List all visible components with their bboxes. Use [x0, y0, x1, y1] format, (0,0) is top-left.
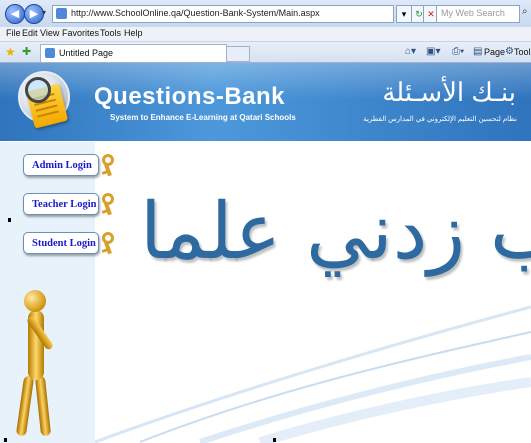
magnifier-icon [25, 77, 51, 103]
print-icon[interactable]: ⎙▾ [452, 46, 464, 57]
tab-untitled-page[interactable]: Untitled Page [40, 44, 227, 62]
search-icon[interactable]: ⌕ [522, 6, 528, 17]
menu-help[interactable]: Help [124, 28, 143, 38]
url-field[interactable]: http://www.SchoolOnline.qa/Question-Bank… [52, 5, 394, 23]
site-header: Questions-Bank System to Enhance E-Learn… [0, 63, 531, 141]
calligraphy-text: وقل رب زدني علما [140, 187, 531, 277]
url-dropdown-icon[interactable]: ▾ [396, 5, 412, 23]
site-title-en: Questions-Bank [94, 83, 286, 110]
menu-view[interactable]: View [40, 28, 59, 38]
search-input[interactable]: My Web Search [436, 5, 520, 23]
search-placeholder: My Web Search [441, 8, 505, 18]
key-icon [100, 232, 118, 255]
gear-icon[interactable]: ⚙ [505, 46, 514, 57]
page-content: Admin Login Teacher Login Student Login … [0, 142, 531, 443]
menu-tools[interactable]: Tools [100, 28, 121, 38]
site-subtitle-ar: نظام لتحسين التعليم الإلكتروني في المدار… [363, 116, 517, 123]
teacher-login-button[interactable]: Teacher Login [23, 193, 99, 215]
dot-marker [4, 438, 7, 442]
address-bar-row: ◀ ▶ ▾ http://www.SchoolOnline.qa/Questio… [0, 0, 531, 27]
site-title-ar: بنـك الأسـئلة [382, 77, 516, 107]
tab-bar: ★ ✚ Untitled Page ⌂▾ ▣▾ ⎙▾ ▤ Page ⚙ Tool… [0, 42, 531, 63]
dot-marker [273, 438, 276, 442]
site-subtitle-en: System to Enhance E-Learning at Qatari S… [110, 113, 296, 122]
menu-file[interactable]: File [6, 28, 21, 38]
thinking-figure-image [14, 290, 64, 440]
back-icon[interactable]: ◀ [5, 4, 25, 24]
menu-edit[interactable]: Edit [22, 28, 38, 38]
student-login-button[interactable]: Student Login [23, 232, 99, 254]
add-favorite-icon[interactable]: ✚ [22, 45, 31, 58]
feeds-icon[interactable]: ▣▾ [426, 46, 440, 57]
menu-favorites[interactable]: Favorites [62, 28, 99, 38]
key-icon [100, 154, 118, 177]
admin-login-button[interactable]: Admin Login [23, 154, 99, 176]
menu-bar: File Edit View Favorites Tools Help [0, 27, 531, 42]
page-icon [56, 8, 67, 19]
page-icon[interactable]: ▤ [473, 46, 482, 57]
new-tab-button[interactable] [226, 46, 250, 62]
page-menu-label[interactable]: Page [484, 47, 505, 57]
page-icon [45, 48, 55, 58]
tab-label: Untitled Page [59, 48, 114, 58]
key-icon [100, 193, 118, 216]
favorites-star-icon[interactable]: ★ [5, 45, 16, 59]
home-icon[interactable]: ⌂▾ [405, 46, 416, 57]
url-text: http://www.SchoolOnline.qa/Question-Bank… [71, 8, 320, 18]
tools-menu-label[interactable]: Tools [514, 47, 531, 57]
dot-marker [8, 218, 11, 222]
forward-icon[interactable]: ▶ [24, 4, 44, 24]
history-dropdown-icon[interactable]: ▾ [42, 8, 46, 17]
